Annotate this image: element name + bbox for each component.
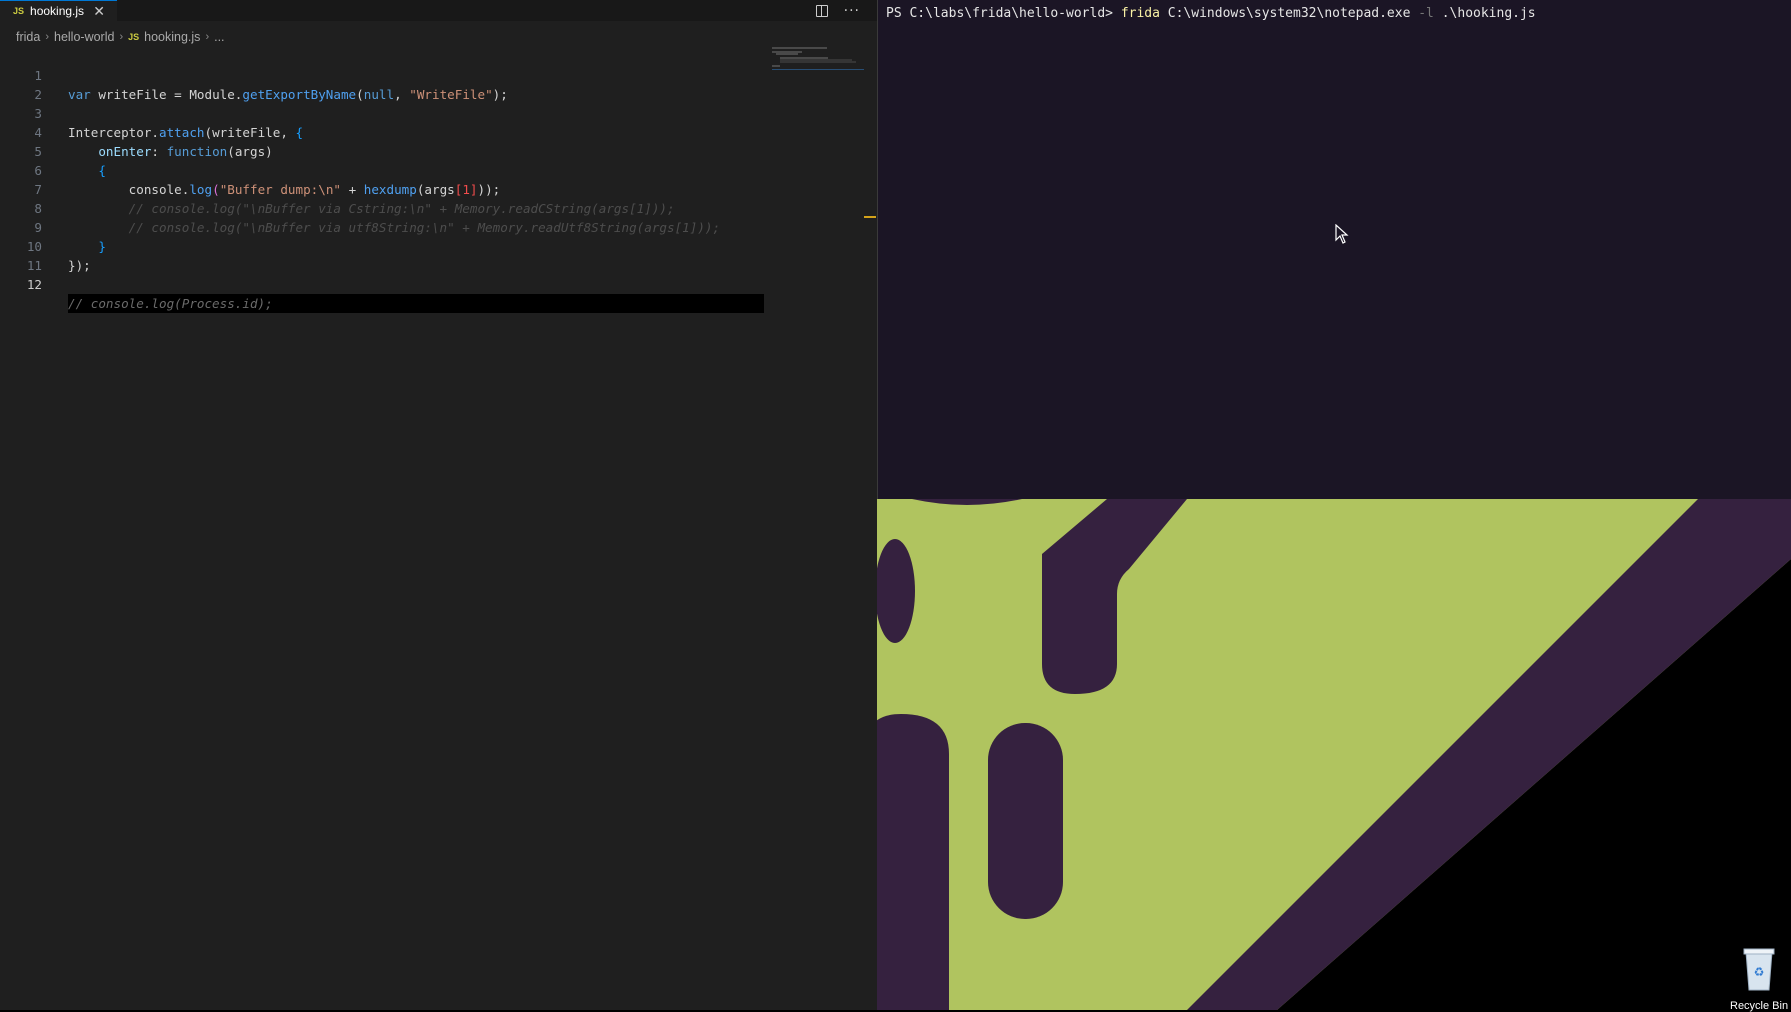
code-line: 5 { — [0, 123, 877, 178]
code-line: 2 — [0, 66, 877, 102]
code-line: 7 // console.log("\nBuffer via Cstring:\… — [0, 161, 877, 216]
code-line: 9 } — [0, 199, 877, 254]
editor-tab-bar: JS hooking.js ✕ ··· — [0, 0, 877, 21]
terminal-flag: -l — [1418, 6, 1434, 21]
javascript-file-icon: JS — [128, 32, 140, 42]
close-icon[interactable]: ✕ — [93, 4, 105, 18]
code-line: 1 var writeFile = Module.getExportByName… — [0, 47, 877, 102]
javascript-file-icon: JS — [13, 6, 25, 16]
tab-label: hooking.js — [30, 4, 85, 18]
code-line: 8 // console.log("\nBuffer via utf8Strin… — [0, 180, 877, 235]
tab-hooking-js[interactable]: JS hooking.js ✕ — [0, 0, 117, 21]
breadcrumb-item-symbols[interactable]: ... — [214, 30, 224, 44]
terminal-command-line: PS C:\labs\frida\hello-world> frida C:\w… — [886, 6, 1536, 21]
code-line: 11 — [0, 237, 877, 273]
svg-text:♻: ♻ — [1754, 965, 1765, 979]
breadcrumb-item-frida[interactable]: frida — [16, 30, 40, 44]
code-editor[interactable]: JS hooking.js ✕ ··· frida › hello-world … — [0, 0, 877, 1010]
line-number-active: 12 — [26, 277, 42, 292]
terminal-pane[interactable]: PS C:\labs\frida\hello-world> frida C:\w… — [877, 0, 1791, 499]
chevron-right-icon: › — [45, 31, 49, 43]
code-text: // console.log(Process.id); — [68, 294, 764, 313]
scrollbar-marker — [864, 216, 876, 218]
desktop-wallpaper — [877, 499, 1791, 1010]
terminal-argument: C:\windows\system32\notepad.exe — [1159, 6, 1419, 21]
code-line: 10 }); — [0, 218, 877, 273]
mouse-pointer-icon — [1335, 224, 1349, 244]
terminal-prompt: PS C:\labs\frida\hello-world> — [886, 6, 1121, 21]
code-line: 4 onEnter: function(args) — [0, 104, 877, 159]
breadcrumb: frida › hello-world › JS hooking.js › ..… — [16, 28, 225, 46]
more-actions-icon[interactable]: ··· — [844, 4, 860, 18]
terminal-command: frida — [1120, 6, 1160, 21]
code-line: 3 Interceptor.attach(writeFile, { — [0, 85, 877, 140]
split-editor-icon[interactable] — [815, 4, 828, 17]
terminal-script-arg: .\hooking.js — [1433, 6, 1536, 21]
breadcrumb-item-hello-world[interactable]: hello-world — [54, 30, 114, 44]
recycle-bin-icon[interactable]: ♻ — [1726, 946, 1791, 996]
code-line: 6 console.log("Buffer dump:\n" + hexdump… — [0, 142, 877, 197]
editor-actions: ··· — [815, 0, 860, 21]
breadcrumb-item-file[interactable]: hooking.js — [144, 30, 200, 44]
code-area[interactable]: 1 var writeFile = Module.getExportByName… — [0, 47, 877, 313]
recycle-bin-label[interactable]: Recycle Bin — [1730, 1000, 1788, 1012]
chevron-right-icon: › — [205, 31, 210, 43]
chevron-right-icon: › — [119, 31, 124, 43]
code-line-current: 12 // console.log(Process.id); — [0, 256, 877, 313]
minimap[interactable] — [770, 45, 865, 75]
